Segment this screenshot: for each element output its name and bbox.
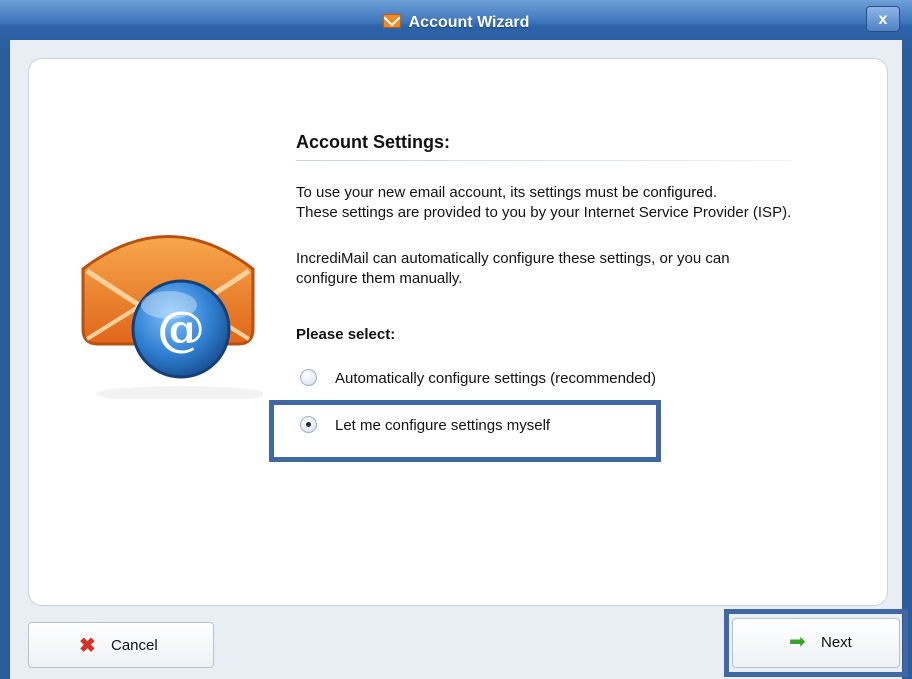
wizard-body: @ Account Settings: To use your new emai… (10, 40, 908, 679)
config-paragraph: IncrediMail can automatically configure … (296, 249, 730, 289)
svg-text:@: @ (157, 301, 205, 357)
config-line-1: IncrediMail can automatically configure … (296, 250, 730, 267)
window-title-text: Account Wizard (408, 14, 530, 31)
radio-button-auto[interactable] (300, 369, 317, 386)
x-icon: ✖ (79, 635, 96, 657)
next-button-highlight (724, 609, 908, 677)
window-title: Account Wizard (0, 14, 912, 32)
manual-option-highlight (269, 400, 661, 462)
select-prompt: Please select: (296, 326, 396, 343)
envelope-icon (382, 14, 401, 28)
option-auto-label[interactable]: Automatically configure settings (recomm… (335, 370, 656, 387)
title-divider (296, 160, 791, 161)
content-panel: @ (28, 58, 888, 606)
cancel-button-label: Cancel (111, 637, 158, 654)
intro-line-1: To use your new email account, its setti… (296, 184, 718, 201)
intro-paragraph: To use your new email account, its setti… (296, 183, 791, 223)
intro-line-2: These settings are provided to you by yo… (296, 204, 792, 221)
page-title: Account Settings: (296, 132, 451, 152)
account-wizard-window: Account Wizard x @ Account Settings: To … (0, 0, 912, 679)
email-at-logo: @ (81, 235, 263, 399)
close-button[interactable]: x (866, 6, 900, 32)
option-auto-configure[interactable]: Automatically configure settings (recomm… (300, 367, 656, 391)
cancel-button[interactable]: ✖ Cancel (28, 622, 214, 668)
config-line-2: configure them manually. (296, 270, 463, 287)
